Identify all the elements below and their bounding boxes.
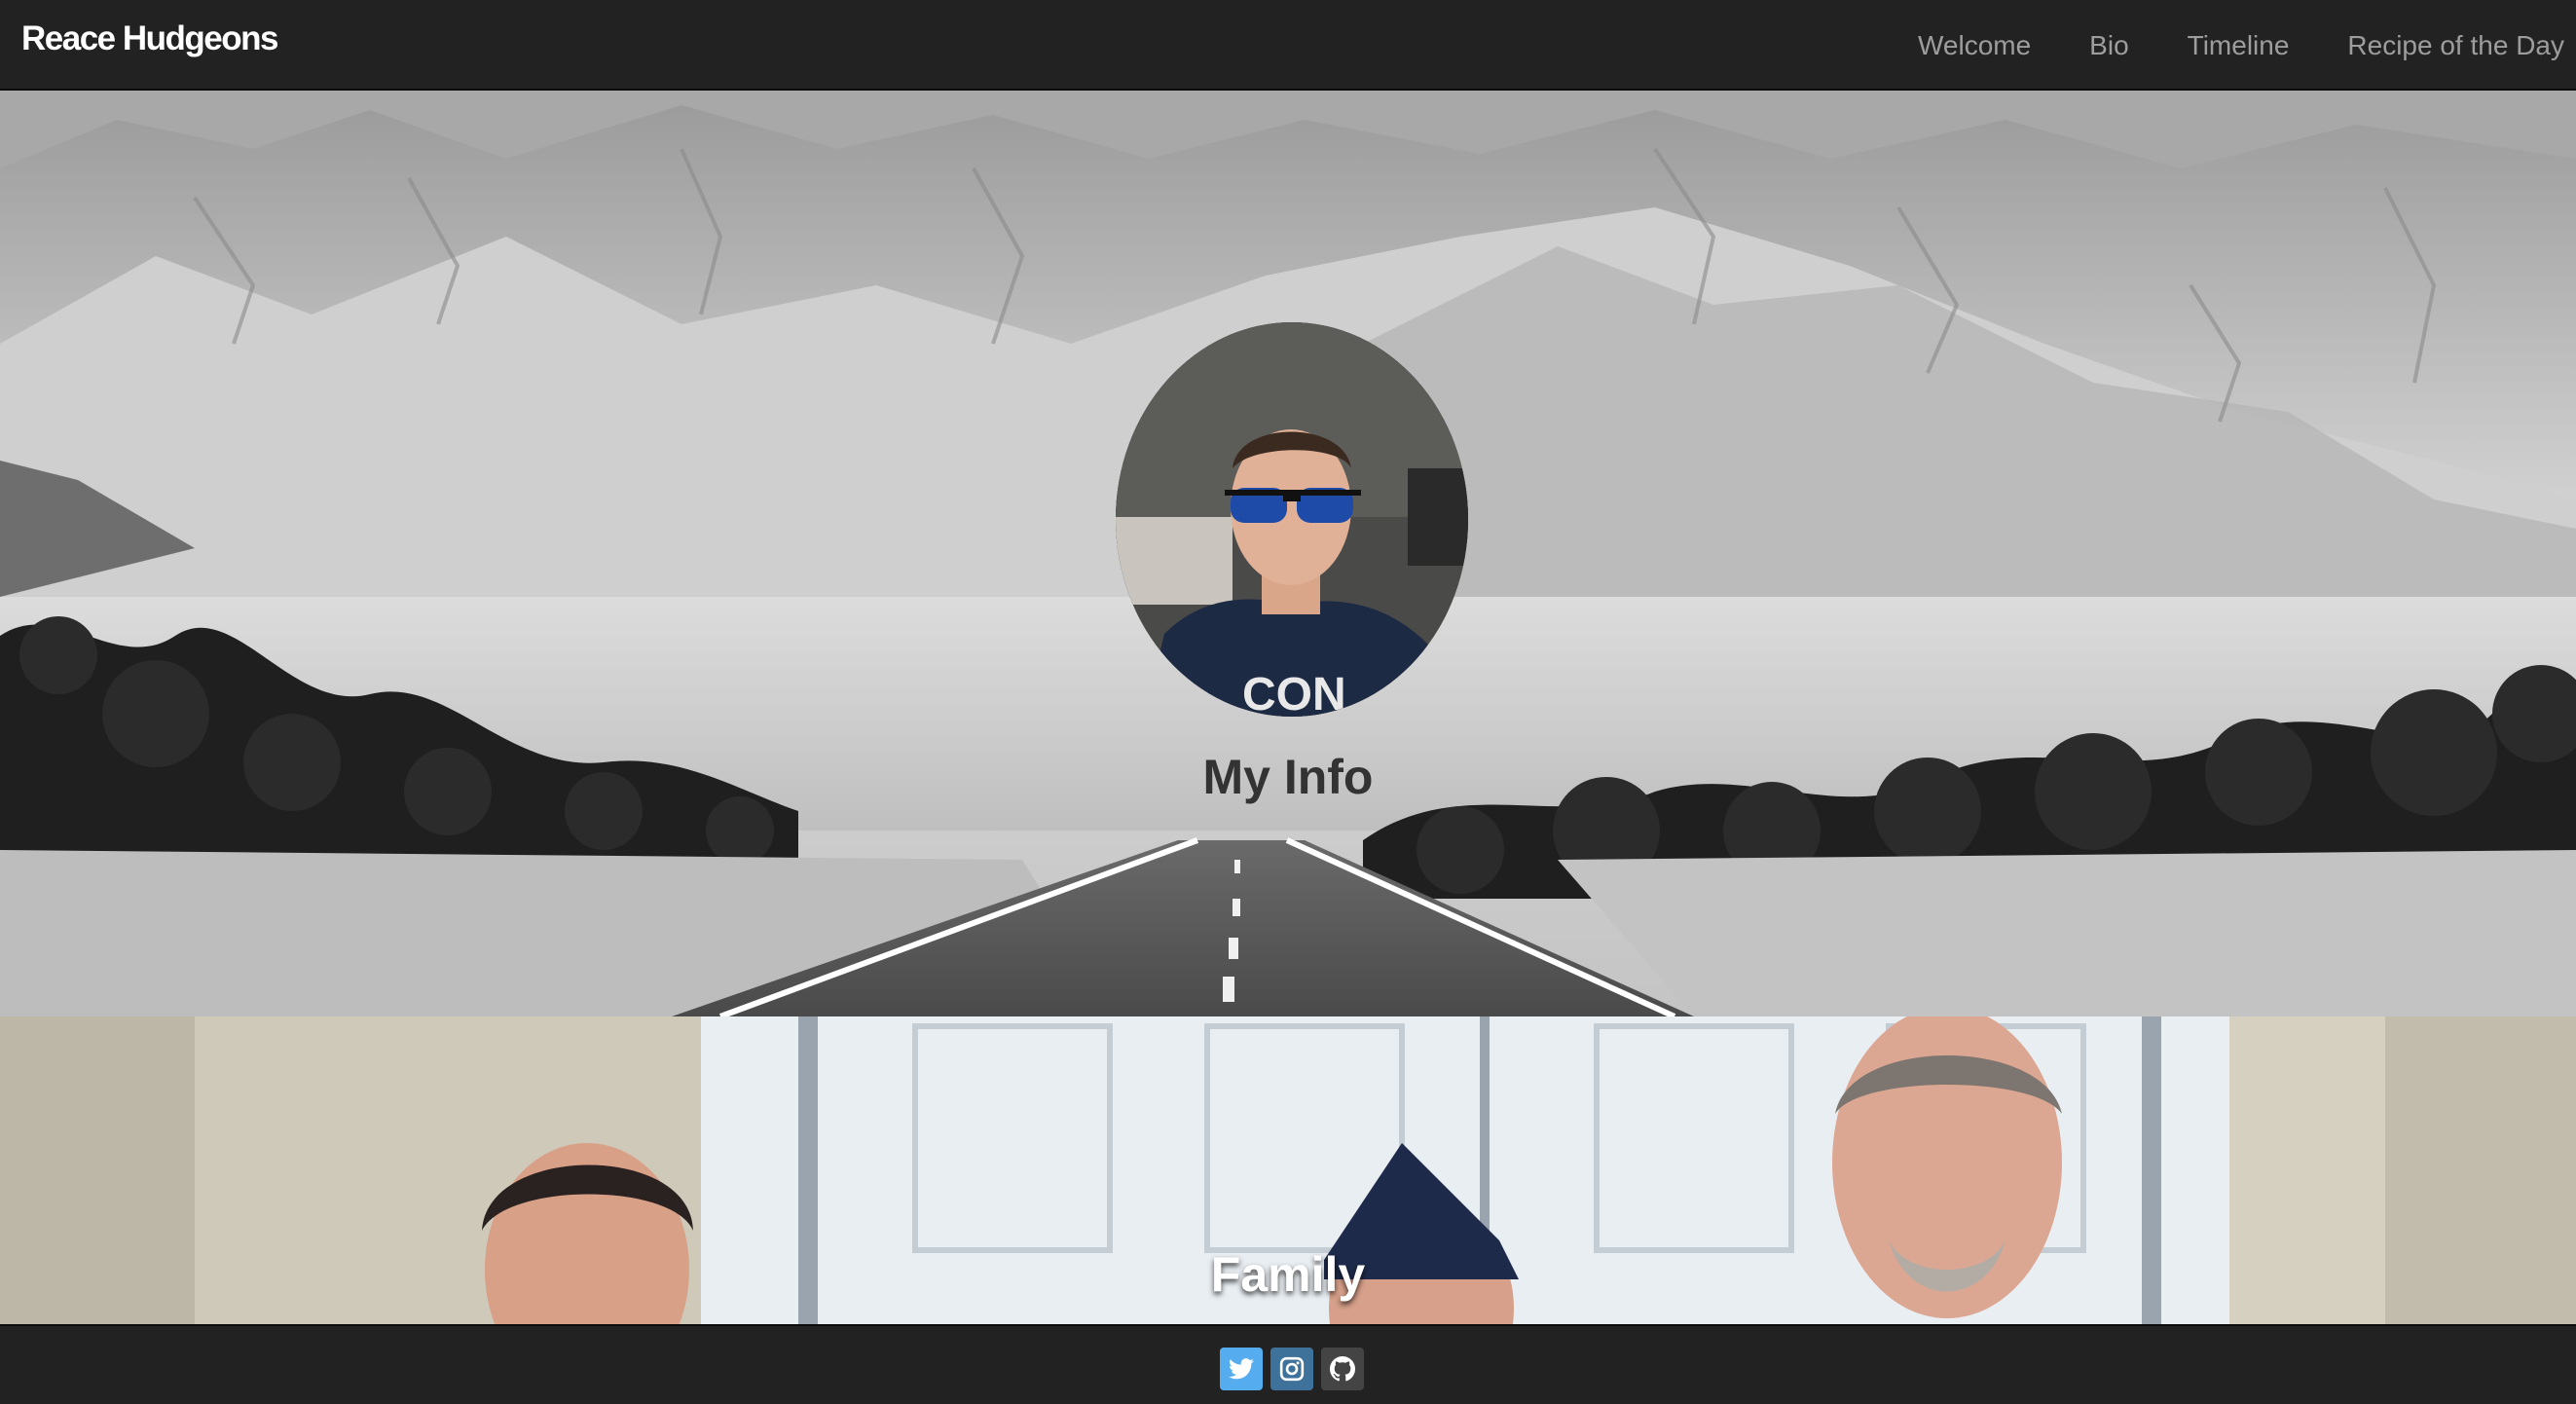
instagram-icon xyxy=(1279,1356,1305,1382)
nav-links: Welcome Bio Timeline Recipe of the Day xyxy=(1918,0,2564,91)
brand-link[interactable]: Reace Hudgeons xyxy=(21,19,278,58)
github-button[interactable] xyxy=(1321,1348,1364,1390)
nav-link-bio[interactable]: Bio xyxy=(2089,30,2128,61)
my-info-section: CON My Info xyxy=(0,91,2576,1016)
navbar: Reace Hudgeons Welcome Bio Timeline Reci… xyxy=(0,0,2576,91)
twitter-icon xyxy=(1229,1358,1254,1380)
twitter-button[interactable] xyxy=(1220,1348,1263,1390)
github-icon xyxy=(1330,1356,1355,1382)
profile-photo: CON xyxy=(1116,322,1468,717)
family-section: Family xyxy=(0,1016,2576,1324)
nav-link-recipe-of-the-day[interactable]: Recipe of the Day xyxy=(2347,30,2564,61)
svg-text:CON: CON xyxy=(1242,669,1346,717)
instagram-button[interactable] xyxy=(1270,1348,1313,1390)
nav-link-welcome[interactable]: Welcome xyxy=(1918,30,2031,61)
family-title: Family xyxy=(1210,1247,1366,1302)
profile-avatar: CON xyxy=(1116,322,1468,717)
my-info-title: My Info xyxy=(1202,750,1374,804)
footer xyxy=(0,1324,2576,1404)
nav-link-timeline[interactable]: Timeline xyxy=(2188,30,2290,61)
